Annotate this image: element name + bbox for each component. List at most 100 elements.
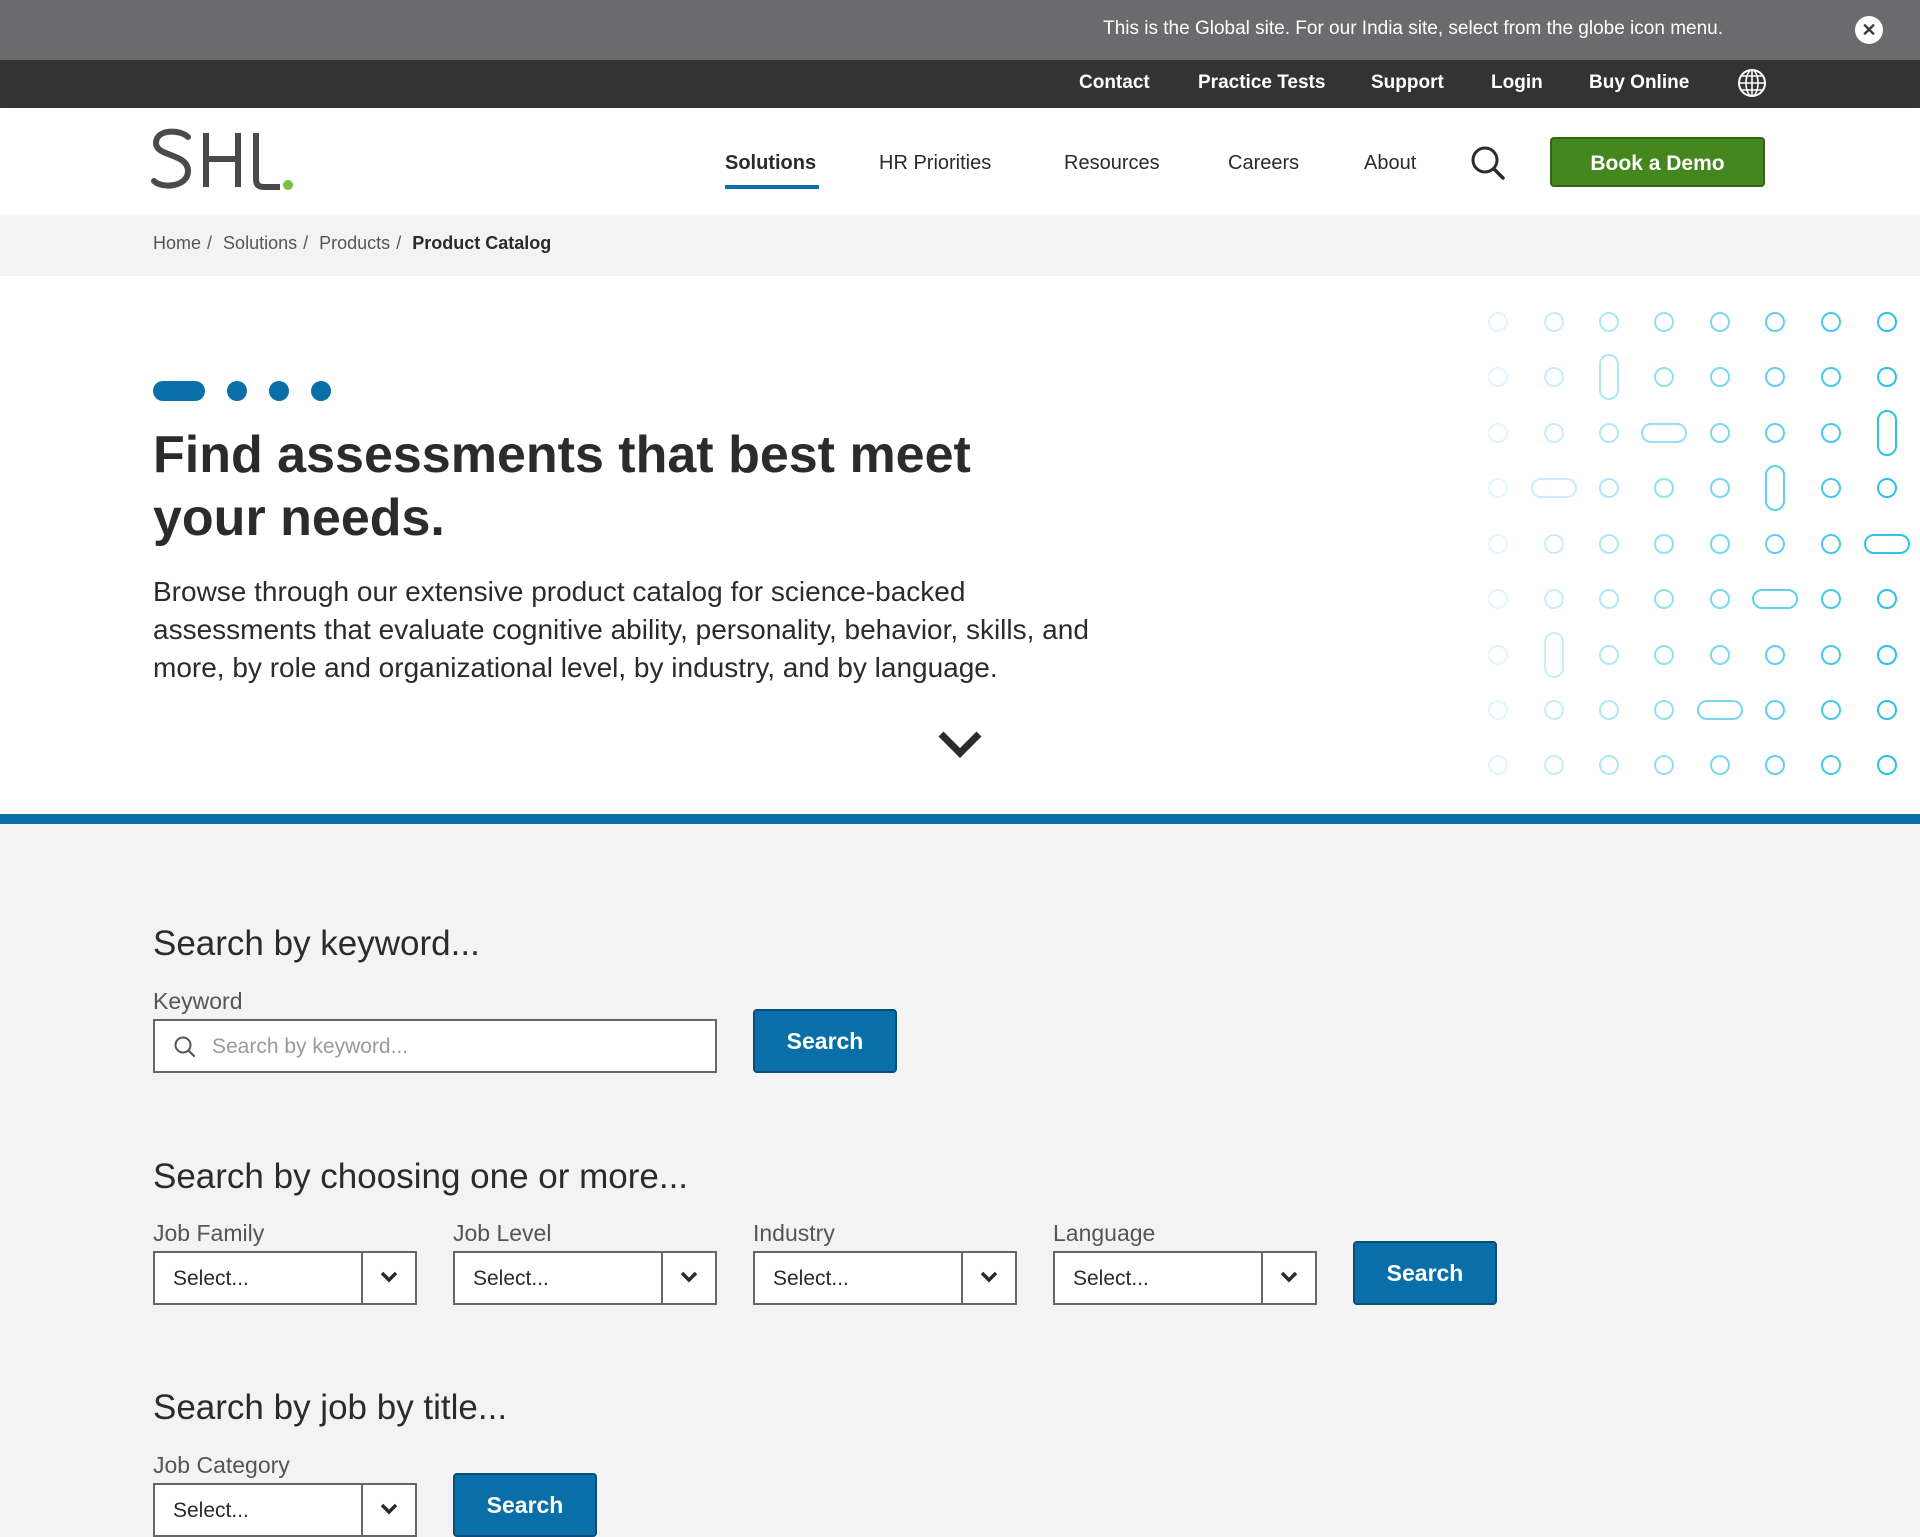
utility-link-practice-tests[interactable]: Practice Tests — [1198, 72, 1325, 94]
utility-link-buy-online[interactable]: Buy Online — [1589, 72, 1689, 94]
scroll-down-chevron-icon[interactable] — [935, 728, 985, 762]
decorative-dot — [1877, 478, 1897, 498]
decorative-dot — [1488, 423, 1508, 443]
decorative-dot — [1599, 645, 1619, 665]
breadcrumb: Home / Solutions / Products / Product Catal… — [153, 233, 552, 253]
keyword-search-input[interactable]: Search by keyword... — [153, 1019, 717, 1073]
job-section-title: Search by job by title... — [153, 1388, 508, 1427]
shl-logo[interactable] — [150, 127, 295, 195]
decorative-dot-pattern — [1488, 312, 1910, 775]
carousel-indicator-active[interactable] — [153, 381, 205, 401]
utility-link-support[interactable]: Support — [1371, 72, 1444, 94]
industry-select[interactable]: Select... — [753, 1251, 1017, 1305]
decorative-dot — [1599, 312, 1619, 332]
decorative-dot — [1877, 589, 1897, 609]
decorative-dot — [1877, 755, 1897, 775]
job-level-select[interactable]: Select... — [453, 1251, 717, 1305]
decorative-dot — [1654, 367, 1674, 387]
decorative-dot — [1544, 700, 1564, 720]
decorative-dot — [1544, 589, 1564, 609]
decorative-dot — [1544, 423, 1564, 443]
utility-bar: Contact Practice Tests Support Login Buy… — [0, 60, 1920, 108]
decorative-dot — [1765, 367, 1785, 387]
keyword-search-button[interactable]: Search — [753, 1009, 897, 1073]
decorative-dot — [1710, 312, 1730, 332]
decorative-dot — [1710, 367, 1730, 387]
decorative-dot — [1599, 700, 1619, 720]
nav-careers[interactable]: Careers — [1228, 152, 1299, 175]
nav-about[interactable]: About — [1364, 152, 1416, 175]
language-label: Language — [1053, 1220, 1156, 1246]
decorative-dot — [1710, 589, 1730, 609]
decorative-dot — [1654, 312, 1674, 332]
carousel-indicator[interactable] — [269, 381, 289, 401]
decorative-dot — [1599, 354, 1619, 400]
decorative-dot — [1877, 645, 1897, 665]
breadcrumb-solutions[interactable]: Solutions — [223, 233, 297, 253]
decorative-dot — [1752, 589, 1798, 609]
utility-link-contact[interactable]: Contact — [1079, 72, 1150, 94]
book-demo-button[interactable]: Book a Demo — [1550, 137, 1765, 187]
language-select[interactable]: Select... — [1053, 1251, 1317, 1305]
decorative-dot — [1544, 312, 1564, 332]
utility-link-login[interactable]: Login — [1491, 72, 1543, 94]
select-value: Select... — [173, 1267, 249, 1290]
decorative-dot — [1488, 367, 1508, 387]
job-family-select[interactable]: Select... — [153, 1251, 417, 1305]
job-level-label: Job Level — [453, 1220, 552, 1246]
select-value: Select... — [773, 1267, 849, 1290]
search-icon[interactable] — [1470, 145, 1506, 181]
job-category-select[interactable]: Select... — [153, 1483, 417, 1537]
nav-active-indicator — [725, 185, 819, 189]
decorative-dot — [1821, 645, 1841, 665]
hero-title: Find assessments that best meet your nee… — [153, 426, 971, 547]
carousel-indicator[interactable] — [311, 381, 331, 401]
hero-bottom-bar — [0, 814, 1920, 824]
decorative-dot — [1599, 755, 1619, 775]
decorative-dot — [1488, 700, 1508, 720]
job-family-label: Job Family — [153, 1220, 265, 1246]
decorative-dot — [1654, 755, 1674, 775]
decorative-dot — [1599, 534, 1619, 554]
breadcrumb-home[interactable]: Home — [153, 233, 201, 253]
job-category-label: Job Category — [153, 1452, 290, 1478]
decorative-dot — [1697, 700, 1743, 720]
decorative-dot — [1821, 312, 1841, 332]
decorative-dot — [1599, 423, 1619, 443]
nav-solutions[interactable]: Solutions — [725, 152, 816, 175]
keyword-section-title: Search by keyword... — [153, 924, 480, 963]
chevron-down-icon — [961, 1253, 998, 1303]
decorative-dot — [1821, 589, 1841, 609]
notice-text: This is the Global site. For our India s… — [1103, 18, 1723, 39]
filter-search-button[interactable]: Search — [1353, 1241, 1497, 1305]
filter-section-title: Search by choosing one or more... — [153, 1157, 689, 1196]
carousel-indicator[interactable] — [227, 381, 247, 401]
nav-resources[interactable]: Resources — [1064, 152, 1160, 175]
decorative-dot — [1765, 423, 1785, 443]
decorative-dot — [1531, 478, 1577, 498]
breadcrumb-current: Product Catalog — [412, 233, 552, 253]
decorative-dot — [1821, 367, 1841, 387]
decorative-dot — [1544, 534, 1564, 554]
decorative-dot — [1710, 478, 1730, 498]
decorative-dot — [1821, 755, 1841, 775]
decorative-dot — [1654, 534, 1674, 554]
nav-hr-priorities[interactable]: HR Priorities — [879, 152, 991, 175]
decorative-dot — [1710, 534, 1730, 554]
close-notice-button[interactable]: ✕ — [1855, 16, 1883, 44]
hero-description: Browse through our extensive product cat… — [153, 576, 1089, 683]
decorative-dot — [1765, 755, 1785, 775]
decorative-dot — [1488, 534, 1508, 554]
decorative-dot — [1654, 478, 1674, 498]
breadcrumb-products[interactable]: Products — [319, 233, 390, 253]
decorative-dot — [1488, 589, 1508, 609]
global-site-notice: This is the Global site. For our India s… — [0, 0, 1920, 60]
decorative-dot — [1877, 410, 1897, 456]
decorative-dot — [1488, 755, 1508, 775]
job-search-button[interactable]: Search — [453, 1473, 597, 1537]
chevron-down-icon — [361, 1253, 398, 1303]
decorative-dot — [1821, 423, 1841, 443]
decorative-dot — [1544, 367, 1564, 387]
globe-icon[interactable] — [1736, 67, 1768, 99]
decorative-dot — [1654, 589, 1674, 609]
